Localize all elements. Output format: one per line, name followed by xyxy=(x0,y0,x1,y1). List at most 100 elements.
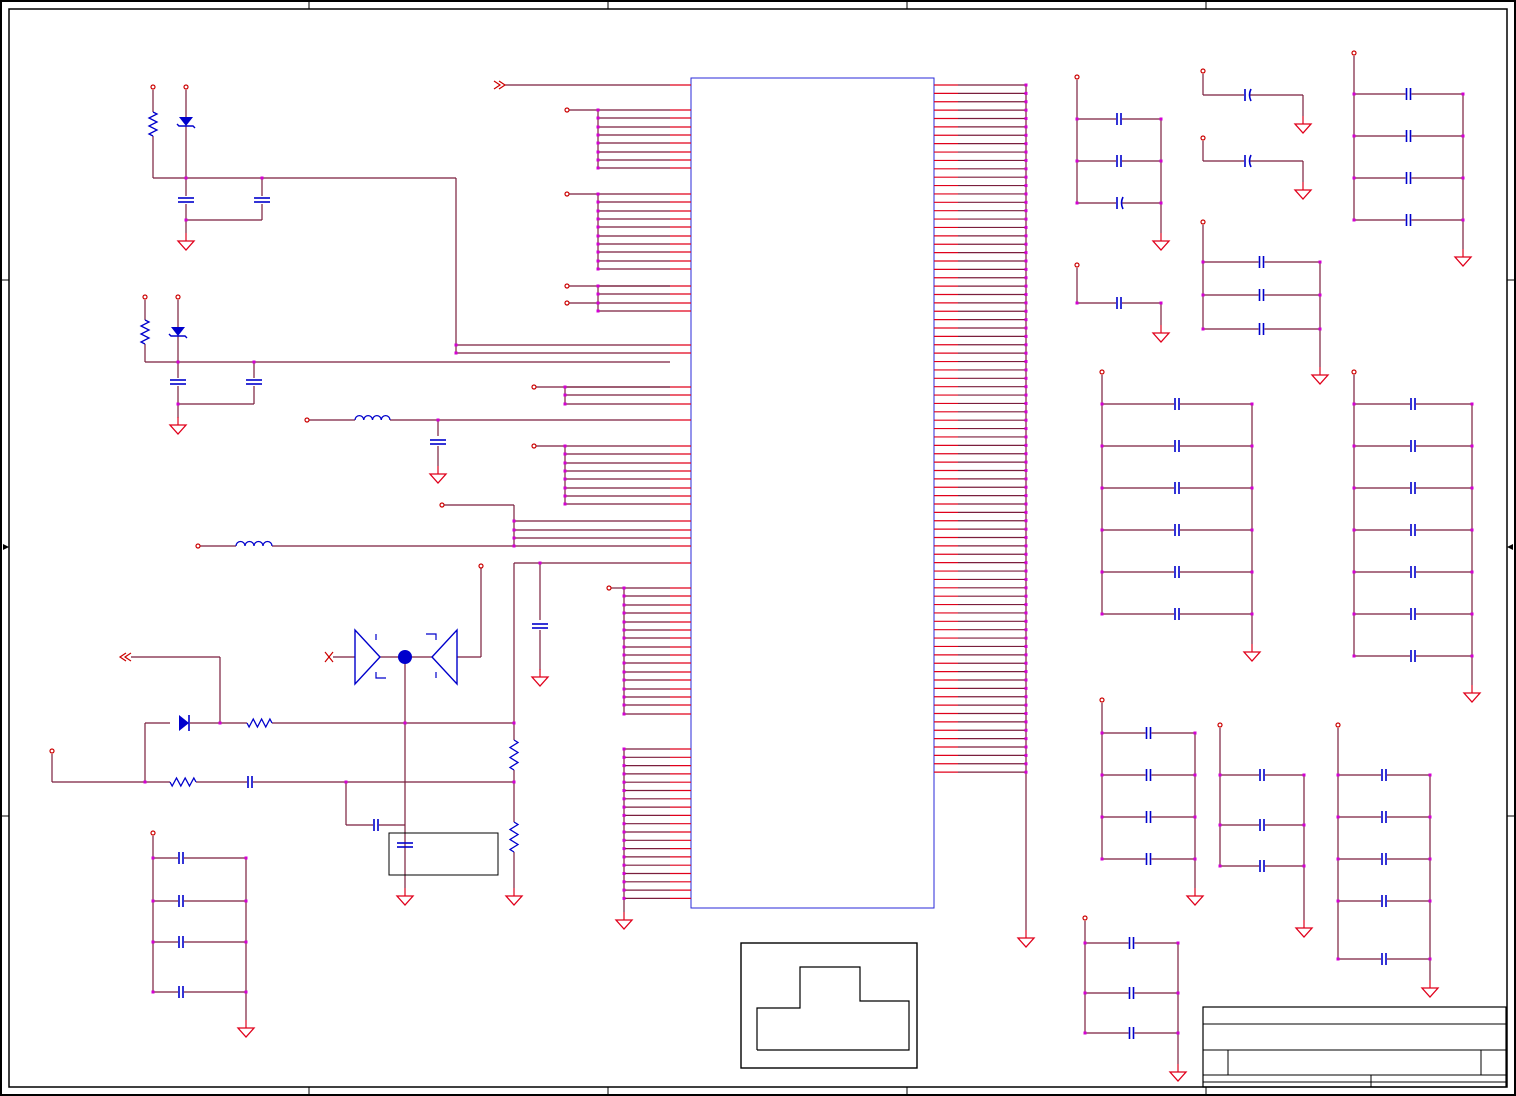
schematic-sheet xyxy=(0,0,1516,1096)
junction-dot xyxy=(1024,125,1028,129)
junction-dot xyxy=(622,695,626,699)
capacitor xyxy=(1405,214,1412,226)
capacitor xyxy=(1381,811,1387,823)
junction-dot xyxy=(622,687,626,691)
junction-dot xyxy=(1336,957,1340,961)
junction-dot xyxy=(1024,703,1028,707)
net-terminal xyxy=(1074,262,1080,268)
junction-dot xyxy=(512,528,516,532)
net-terminal xyxy=(183,84,189,90)
capacitor xyxy=(430,439,446,445)
junction-dot xyxy=(1159,117,1163,121)
junction-dot xyxy=(1193,731,1197,735)
junction-dot xyxy=(563,502,567,506)
net-terminal xyxy=(478,563,484,569)
junction-dot xyxy=(622,847,626,851)
capacitor xyxy=(1116,297,1122,309)
ground-triangle xyxy=(1420,987,1440,998)
junction-dot xyxy=(622,747,626,751)
junction-dot xyxy=(596,108,600,112)
junction-dot xyxy=(622,896,626,900)
junction-dot xyxy=(1352,218,1356,222)
junction-dot xyxy=(1024,577,1028,581)
capacitor xyxy=(1410,650,1416,662)
resistor xyxy=(147,111,159,137)
junction-dot xyxy=(1201,293,1205,297)
net-terminal xyxy=(1351,50,1357,56)
junction-dot xyxy=(1470,402,1474,406)
junction-dot xyxy=(1470,486,1474,490)
ground-triangle xyxy=(1016,937,1036,948)
junction-dot xyxy=(1100,528,1104,532)
frame-arrow xyxy=(1507,544,1513,550)
ground-triangle xyxy=(1151,332,1171,343)
junction-dot xyxy=(622,755,626,759)
junction-dot xyxy=(563,385,567,389)
ground-symbol xyxy=(168,417,188,435)
junction-dot xyxy=(622,611,626,615)
junction-dot xyxy=(1302,823,1306,827)
junction-dot xyxy=(622,805,626,809)
ground-triangle xyxy=(1293,189,1313,200)
net-terminal xyxy=(1082,915,1088,921)
junction-dot xyxy=(1024,410,1028,414)
junction-dot xyxy=(151,856,155,860)
junction-dot xyxy=(538,561,542,565)
junction-dot xyxy=(1024,133,1028,137)
junction-dot xyxy=(1428,815,1432,819)
ground-triangle xyxy=(504,895,524,906)
junction-dot xyxy=(1201,260,1205,264)
junction-dot xyxy=(143,780,147,784)
ground-symbol xyxy=(1016,930,1036,948)
ground-symbol xyxy=(1462,685,1482,703)
zener-diode xyxy=(168,327,188,339)
junction-dot xyxy=(622,703,626,707)
frame-arrow xyxy=(3,544,9,550)
ground-triangle xyxy=(1293,123,1313,134)
junction-dot xyxy=(622,636,626,640)
junction-dot xyxy=(622,594,626,598)
capacitor xyxy=(1405,172,1412,184)
junction-dot xyxy=(1100,612,1104,616)
ground-triangle xyxy=(1462,692,1482,703)
junction-dot xyxy=(1024,184,1028,188)
junction-dot xyxy=(1024,142,1028,146)
net-terminal xyxy=(531,384,537,390)
junction-dot xyxy=(1024,527,1028,531)
junction-dot xyxy=(622,863,626,867)
junction-dot xyxy=(1024,435,1028,439)
resistor xyxy=(139,319,151,345)
capacitor xyxy=(1116,155,1122,167)
junction-dot xyxy=(512,780,516,784)
junction-dot xyxy=(622,813,626,817)
capacitor xyxy=(373,819,379,831)
junction-dot xyxy=(1024,284,1028,288)
ground-symbol xyxy=(1293,182,1313,200)
junction-dot xyxy=(1024,452,1028,456)
capacitor xyxy=(1258,256,1265,268)
junction-dot xyxy=(563,402,567,406)
junction-dot xyxy=(622,586,626,590)
junction-dot xyxy=(622,620,626,624)
polarized-capacitor xyxy=(1244,88,1252,102)
junction-dot xyxy=(1024,242,1028,246)
net-port xyxy=(493,80,507,90)
junction-dot xyxy=(1024,234,1028,238)
junction-dot xyxy=(622,888,626,892)
junction-dot xyxy=(1461,134,1465,138)
junction-dot xyxy=(1075,301,1079,305)
junction-dot xyxy=(1024,770,1028,774)
ground-triangle xyxy=(1168,1071,1188,1082)
junction-dot xyxy=(1024,485,1028,489)
junction-dot xyxy=(1461,176,1465,180)
net-terminal xyxy=(1200,135,1206,141)
junction-dot xyxy=(1100,486,1104,490)
junction-dot xyxy=(151,940,155,944)
resistor xyxy=(508,739,520,771)
net-terminal xyxy=(1099,697,1105,703)
junction-dot xyxy=(622,772,626,776)
capacitor xyxy=(532,623,548,629)
junction-dot xyxy=(1024,728,1028,732)
junction-dot xyxy=(1470,570,1474,574)
junction-dot xyxy=(596,217,600,221)
